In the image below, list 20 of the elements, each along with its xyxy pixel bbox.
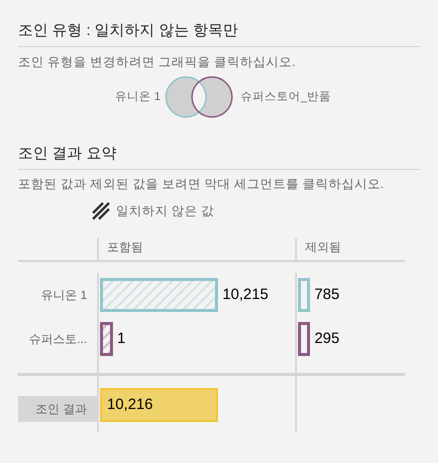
column-header: 제외됨: [305, 240, 341, 254]
bar-value: 295: [314, 329, 340, 349]
left-table-label: 유니온 1: [115, 90, 161, 105]
bar-value: 10,215: [222, 285, 268, 305]
row-label: 슈퍼스토...: [28, 331, 87, 348]
bar[interactable]: [298, 322, 310, 356]
bar-value: 1: [117, 329, 126, 349]
hatched-bar[interactable]: [100, 322, 114, 356]
row-label: 유니온 1: [40, 287, 87, 304]
right-table-label: 슈퍼스토어_반품: [240, 90, 331, 105]
bar-value: 785: [314, 285, 340, 305]
hatch-legend-icon: [92, 202, 110, 220]
result-bar[interactable]: 10,216: [100, 388, 218, 422]
section-title: 조인 결과 요약: [18, 143, 420, 170]
result-label: 조인 결과: [18, 396, 97, 422]
column-header: 포함됨: [107, 240, 143, 254]
legend-label: 일치하지 않은 값: [116, 202, 214, 220]
hint-text: 포함된 값과 제외된 값을 보려면 막대 세그먼트를 클릭하십시오.: [18, 176, 385, 193]
hint-text: 조인 유형을 변경하려면 그래픽을 클릭하십시오.: [18, 54, 296, 70]
section-title: 조인 유형 : 일치하지 않는 항목만: [18, 20, 420, 46]
